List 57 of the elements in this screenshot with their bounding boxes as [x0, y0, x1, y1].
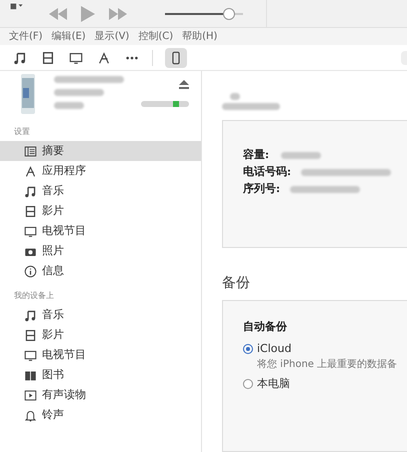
sidebar-item[interactable]: 电视节目 — [0, 345, 201, 365]
redacted-text — [54, 102, 84, 109]
sidebar-item[interactable]: 影片 — [0, 201, 201, 221]
redacted-text — [230, 93, 240, 100]
sidebar-item[interactable]: 音乐 — [0, 181, 201, 201]
music-note-icon — [13, 50, 27, 64]
window-menu-icon[interactable] — [10, 2, 24, 10]
eject-icon[interactable] — [179, 80, 189, 89]
bell-icon — [24, 408, 37, 422]
redacted-text — [222, 103, 280, 110]
field-label: 容量: — [243, 146, 270, 163]
sidebar-item[interactable]: 信息 — [0, 261, 201, 281]
film-icon — [24, 328, 37, 342]
redacted-text — [54, 89, 104, 96]
media-tab[interactable] — [165, 48, 187, 68]
monitor-icon — [24, 348, 37, 362]
sidebar-item[interactable]: 音乐 — [0, 305, 201, 325]
music-note-icon — [24, 308, 37, 322]
music-note-icon — [24, 184, 37, 198]
field-label: 电话号码: — [243, 164, 292, 180]
info-icon — [24, 264, 37, 278]
book-icon — [24, 368, 37, 382]
list-icon — [24, 144, 37, 158]
section-heading: 设置 — [13, 126, 31, 138]
sidebar-item[interactable]: 有声读物 — [0, 385, 201, 405]
sidebar-item[interactable]: 摘要 — [0, 141, 201, 161]
menu-item[interactable]: 显示(V) — [94, 29, 130, 44]
sidebar-item[interactable]: 电视节目 — [0, 221, 201, 241]
menu-item[interactable]: 帮助(H) — [182, 29, 218, 44]
film-icon — [24, 204, 37, 218]
app-store-icon — [24, 164, 37, 178]
monitor-icon — [24, 224, 37, 238]
sidebar-item[interactable]: 影片 — [0, 325, 201, 345]
menu-item[interactable]: 控制(C) — [138, 29, 174, 44]
sidebar-item[interactable]: 照片 — [0, 241, 201, 261]
group-heading: 自动备份 — [243, 319, 288, 335]
radio-option[interactable]: iCloud — [243, 340, 407, 357]
sidebar-item[interactable]: 图书 — [0, 365, 201, 385]
film-icon — [41, 50, 55, 64]
menu-item[interactable]: 编辑(E) — [52, 29, 86, 44]
sidebar-item[interactable]: 铃声 — [0, 405, 201, 425]
app-store-icon — [97, 50, 111, 64]
radio-option[interactable]: 本电脑 — [243, 376, 407, 392]
volume-slider[interactable] — [165, 8, 243, 20]
menu-item[interactable]: 文件(F) — [9, 29, 43, 44]
battery-indicator — [141, 101, 189, 107]
option-description: 将您 iPhone 上最重要的数据备 — [256, 358, 398, 372]
section-heading: 我的设备上 — [13, 290, 55, 302]
field-label: 序列号: — [243, 180, 280, 197]
redacted-text — [54, 76, 124, 83]
redacted-text — [281, 152, 322, 158]
monitor-icon — [69, 50, 83, 64]
redacted-text — [290, 186, 360, 192]
play-box-icon — [24, 388, 37, 402]
section-title: 备份 — [222, 274, 251, 293]
sidebar-item[interactable]: 应用程序 — [0, 161, 201, 181]
phone-thumbnail-icon — [20, 74, 36, 114]
